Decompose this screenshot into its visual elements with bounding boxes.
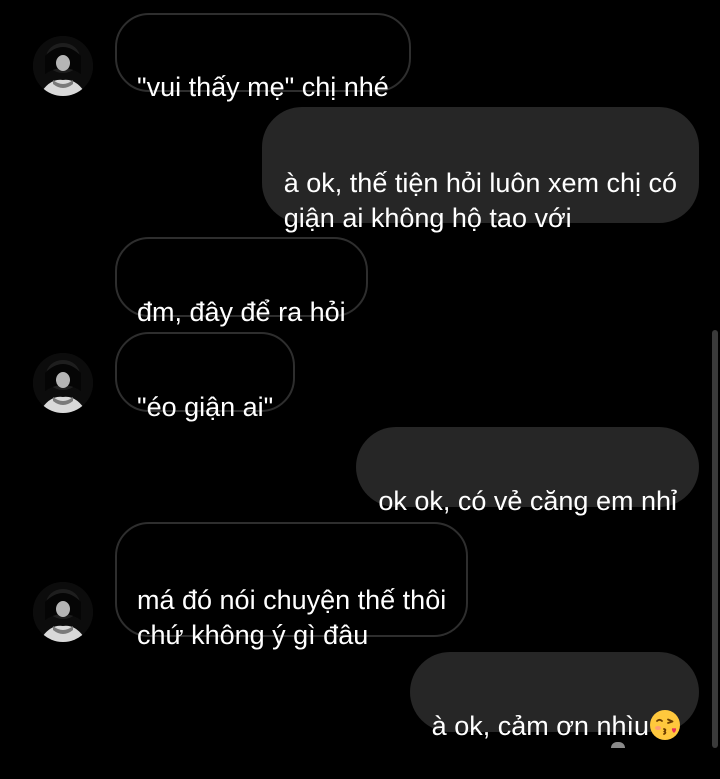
avatar[interactable] [33,582,93,642]
avatar-image [33,582,93,642]
message-bubble-incoming[interactable]: đm, đây để ra hỏi [115,237,368,327]
message-bubble-outgoing[interactable]: à ok, cảm ơn nhìu [409,652,699,741]
kissing-face-with-heart-emoji [649,709,681,741]
message-bubble-incoming[interactable]: má đó nói chuyện thế thôi chứ không ý gì… [115,522,469,650]
avatar[interactable] [33,36,93,96]
message-text: "éo giận ai" [137,392,274,422]
message-bubble-incoming[interactable]: "vui thấy mẹ" chị nhé [115,13,411,102]
message-text: ok ok, có vẻ căng em nhỉ [378,486,677,516]
scrollbar[interactable] [712,330,718,748]
avatar-image [33,353,93,413]
avatar-image [33,36,93,96]
message-text: má đó nói chuyện thế thôi chứ không ý gì… [137,585,447,650]
message-text: đm, đây để ra hỏi [137,297,346,327]
message-text: à ok, cảm ơn nhìu [431,711,649,741]
message-content: à ok, cảm ơn nhìu [432,709,681,744]
typing-indicator [611,742,625,748]
avatar[interactable] [33,353,93,413]
message-text: à ok, thế tiện hỏi luôn xem chị có giận … [283,168,677,233]
message-bubble-outgoing[interactable]: à ok, thế tiện hỏi luôn xem chị có giận … [261,107,699,233]
message-bubble-incoming[interactable]: "éo giận ai" [115,332,296,422]
message-bubble-outgoing[interactable]: ok ok, có vẻ căng em nhỉ [356,427,699,516]
message-text: "vui thấy mẹ" chị nhé [137,72,389,102]
